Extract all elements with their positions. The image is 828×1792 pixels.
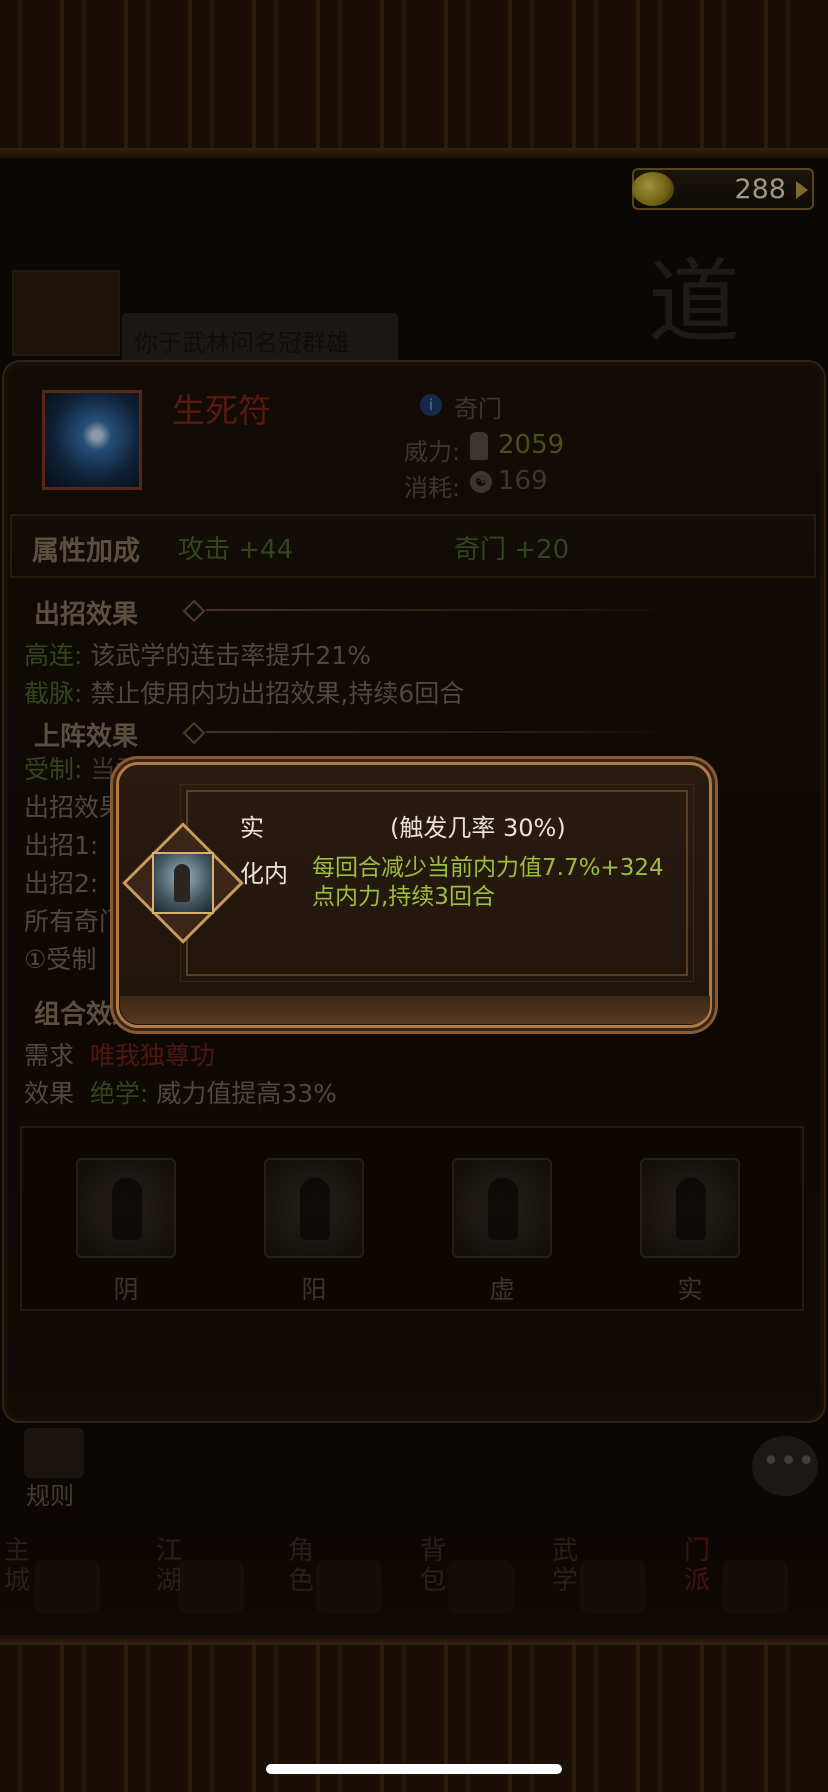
popup-effect-name: 化内 — [240, 860, 288, 888]
home-indicator[interactable] — [266, 1764, 562, 1774]
martial-artist-figure — [174, 864, 190, 902]
stance-shi-icon — [152, 852, 214, 914]
popup-trigger-rate: (触发几率 30%) — [390, 814, 566, 842]
popup-footer-bar — [120, 996, 710, 1024]
popup-effect-description: 每回合减少当前内力值7.7%+324点内力,持续3回合 — [312, 855, 664, 910]
popup-stance-name: 实 — [240, 814, 264, 842]
